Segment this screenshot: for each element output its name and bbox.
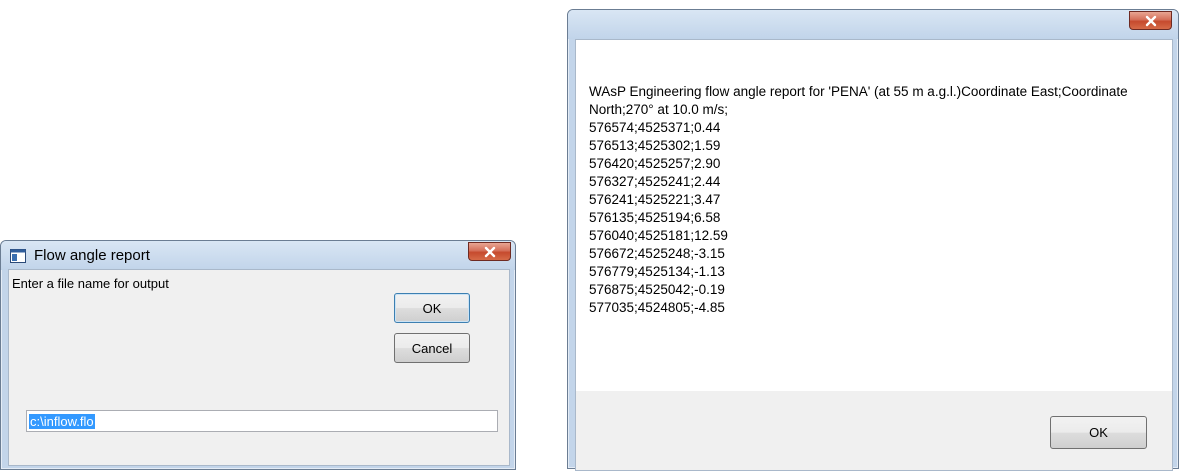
report-row: 576574;4525371;0.44 (589, 120, 721, 135)
report-rows: 576574;4525371;0.44 576513;4525302;1.59 57… (589, 119, 1164, 317)
dialog-titlebar[interactable]: Flow angle report (1, 241, 515, 270)
report-row: 576241;4525221;3.47 (589, 192, 721, 207)
close-icon (484, 246, 495, 257)
close-button[interactable] (468, 242, 511, 261)
cancel-button-label: Cancel (411, 340, 453, 356)
report-text: WAsP Engineering flow angle report for '… (589, 83, 1164, 317)
report-header: WAsP Engineering flow angle report for '… (589, 84, 1128, 117)
close-icon (1145, 15, 1156, 26)
report-row: 576875;4525042;-0.19 (589, 282, 725, 297)
ok-button[interactable]: OK (394, 293, 470, 323)
report-row: 576040;4525181;12.59 (589, 228, 728, 243)
report-titlebar[interactable] (568, 10, 1178, 39)
dialog-title: Flow angle report (34, 247, 150, 264)
ok-button-label: OK (422, 300, 442, 316)
report-client-area: WAsP Engineering flow angle report for '… (575, 39, 1173, 471)
dialog-client-area: Enter a file name for output OK Cancel c… (8, 269, 510, 466)
report-footer: OK (576, 391, 1172, 470)
file-name-value: c:\inflow.flo (29, 413, 95, 429)
report-row: 576513;4525302;1.59 (589, 138, 721, 153)
report-row: 576135;4525194;6.58 (589, 210, 721, 225)
report-row: 576327;4525241;2.44 (589, 174, 721, 189)
report-row: 576420;4525257;2.90 (589, 156, 721, 171)
prompt-label: Enter a file name for output (12, 276, 169, 291)
flow-angle-report-dialog: Flow angle report Enter a file name for … (0, 240, 516, 470)
flow-angle-report-window: WAsP Engineering flow angle report for '… (567, 9, 1179, 471)
report-ok-button-label: OK (1089, 425, 1108, 440)
application-window-icon (10, 249, 26, 263)
report-ok-button[interactable]: OK (1050, 416, 1147, 449)
report-close-button[interactable] (1129, 11, 1172, 30)
report-row: 576672;4525248;-3.15 (589, 246, 725, 261)
report-row: 577035;4524805;-4.85 (589, 300, 725, 315)
cancel-button[interactable]: Cancel (394, 333, 470, 363)
report-row: 576779;4525134;-1.13 (589, 264, 725, 279)
file-name-input[interactable]: c:\inflow.flo (26, 410, 498, 432)
